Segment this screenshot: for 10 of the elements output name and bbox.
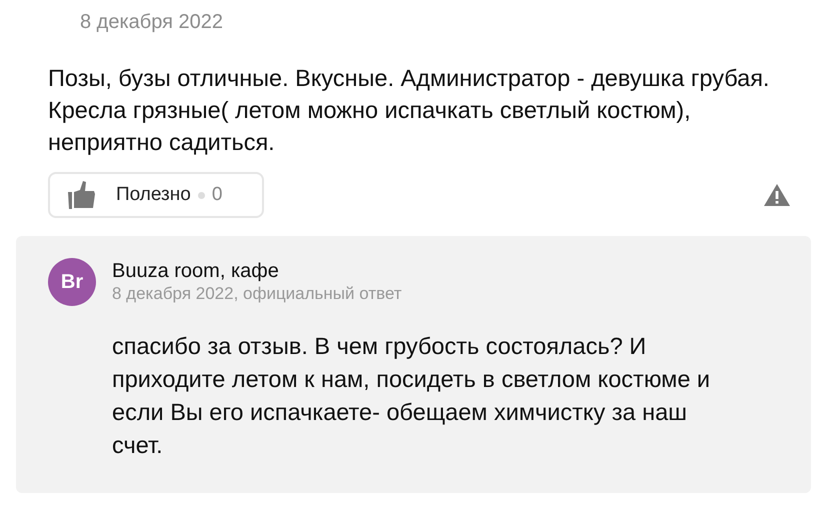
warning-icon[interactable] (763, 183, 791, 207)
thumbs-up-icon (66, 179, 98, 211)
separator-dot (198, 192, 205, 198)
review-date: 8 декабря 2022 (80, 10, 224, 34)
reply-author: Buuza room, кафе (112, 259, 280, 283)
useful-button[interactable]: Полезно 0 (48, 172, 264, 218)
review-text: Позы, бузы отличные. Вкусные. Администратор - девушка грубая. Кресла грязные( летом можно испачкать светлый костюм), неприятно садиться. (48, 64, 770, 157)
reply-text: спасибо за отзыв. В чем грубость состоялась? И приходите летом к нам, посидеть в светлом костюме и если Вы его испачкаете- обещаем химчистку за наш счет. (112, 332, 712, 460)
avatar: Br (48, 258, 96, 306)
reply-meta: 8 декабря 2022, официальный ответ (112, 283, 402, 305)
